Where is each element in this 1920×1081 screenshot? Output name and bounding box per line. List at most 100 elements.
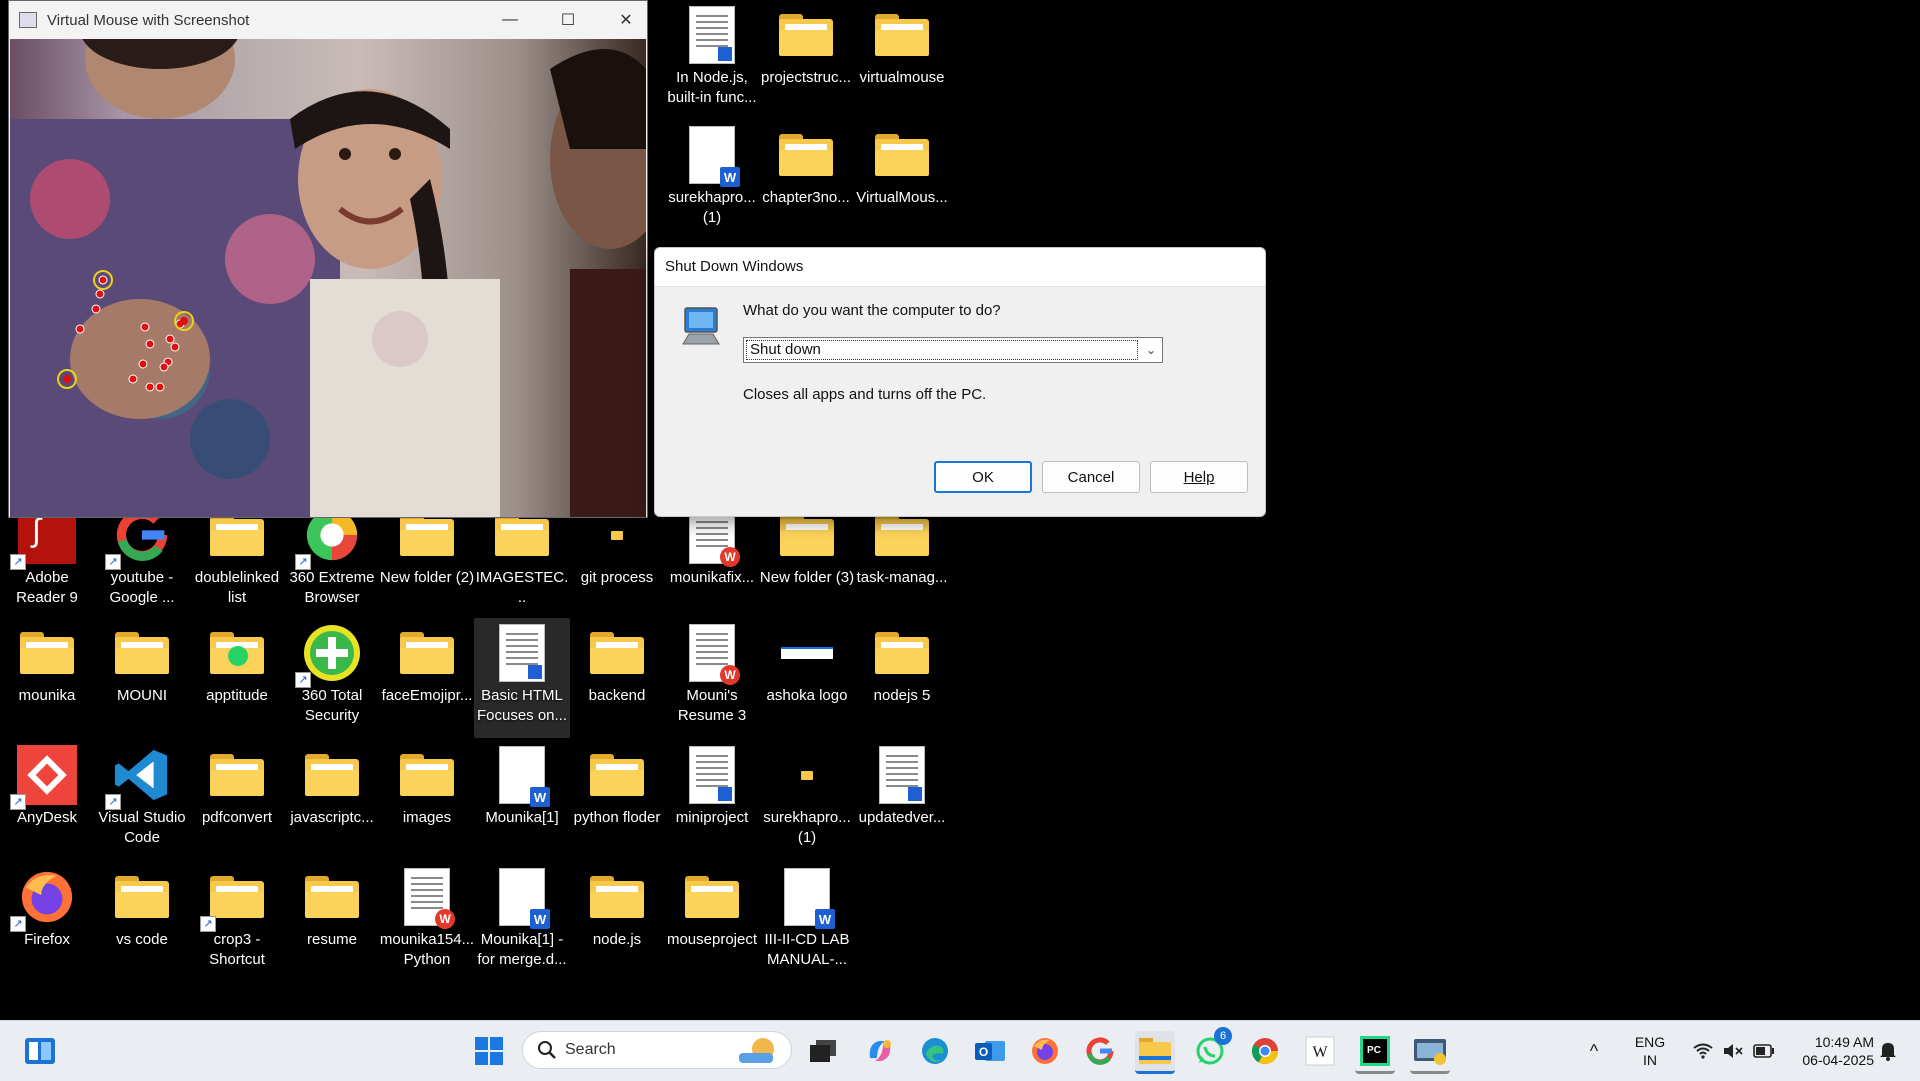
- quick-settings-button[interactable]: [1684, 1031, 1784, 1071]
- desktop-icon[interactable]: ↗ crop3 - Shortcut: [189, 862, 285, 982]
- desktop-icon[interactable]: ↗ Visual Studio Code: [94, 740, 190, 860]
- chrome-button[interactable]: [1245, 1031, 1285, 1071]
- desktop-icon[interactable]: Wsurekhapro... (1): [664, 120, 760, 240]
- file-explorer-button[interactable]: [1135, 1031, 1175, 1074]
- copilot-icon: [869, 1040, 891, 1061]
- desktop-icon[interactable]: mouseproject: [664, 862, 760, 982]
- shutdown-option-select[interactable]: Shut down ⌄: [743, 337, 1163, 363]
- desktop-icon[interactable]: ↗ 360 Extreme Browser: [284, 500, 380, 620]
- desktop-icon[interactable]: ↗ Firefox: [0, 862, 95, 982]
- desktop-icon[interactable]: faceEmojipr...: [379, 618, 475, 738]
- desktop-icon[interactable]: MOUNI: [94, 618, 190, 738]
- folder-icon: [210, 876, 264, 918]
- edge-button[interactable]: [915, 1031, 955, 1071]
- anydesk-icon: [17, 745, 77, 805]
- desktop-icon[interactable]: ashoka logo: [759, 618, 855, 738]
- desktop-icon-label: MOUNI: [117, 687, 167, 704]
- close-button[interactable]: ✕: [603, 1, 649, 39]
- desktop-icon[interactable]: backend: [569, 618, 665, 738]
- desktop-icon[interactable]: ↗ 360 Total Security: [284, 618, 380, 738]
- desktop-icon[interactable]: node.js: [569, 862, 665, 982]
- clock-date: 06-04-2025: [1802, 1052, 1874, 1068]
- desktop-icon[interactable]: IMAGESTEC...: [474, 500, 570, 620]
- desktop-icon[interactable]: miniproject: [664, 740, 760, 860]
- maximize-button[interactable]: ☐: [545, 1, 591, 39]
- minimize-button[interactable]: —: [487, 1, 533, 39]
- desktop-icon[interactable]: mounika: [0, 618, 95, 738]
- virtual-mouse-window[interactable]: Virtual Mouse with Screenshot — ☐ ✕: [8, 0, 648, 518]
- desktop-icon-label: mounikafix...: [669, 569, 755, 586]
- desktop-icon[interactable]: resume: [284, 862, 380, 982]
- cancel-button[interactable]: Cancel: [1042, 461, 1140, 493]
- maximize-icon: ☐: [560, 12, 576, 29]
- ok-button[interactable]: OK: [934, 461, 1032, 493]
- folder-icon: [400, 754, 454, 796]
- copilot-button[interactable]: [860, 1031, 900, 1071]
- desktop-icon[interactable]: ∫ ↗ Adobe Reader 9: [0, 500, 95, 620]
- svg-text:O: O: [979, 1045, 988, 1059]
- desktop-icon[interactable]: Wmounika154... Python: [379, 862, 475, 982]
- widgets-icon: [25, 1038, 55, 1064]
- desktop-icon[interactable]: W Mounika[1] - for merge.d...: [474, 862, 570, 982]
- document-icon: [499, 624, 545, 682]
- desktop-icon[interactable]: projectstruc...: [758, 0, 854, 120]
- desktop-icon-label: Visual Studio Code: [98, 809, 186, 846]
- desktop-icon[interactable]: images: [379, 740, 475, 860]
- desktop-icon[interactable]: W Mouni's Resume 3: [664, 618, 760, 738]
- desktop-icon-label: 360 Extreme Browser: [289, 569, 375, 606]
- desktop-icon[interactable]: git process: [569, 500, 665, 620]
- taskbar-search[interactable]: Search: [522, 1031, 792, 1069]
- chrome-icon: [1251, 1038, 1279, 1065]
- language-indicator[interactable]: ENG IN: [1630, 1033, 1670, 1069]
- desktop-icon[interactable]: ↗ youtube - Google ...: [94, 500, 190, 620]
- whatsapp-button[interactable]: 6: [1190, 1027, 1232, 1071]
- desktop-icon-label: node.js: [592, 931, 642, 948]
- show-hidden-icons-button[interactable]: ^: [1582, 1031, 1606, 1071]
- desktop-icon[interactable]: VirtualMous...: [854, 120, 950, 240]
- desktop-icon-label: 360 Total Security: [301, 687, 363, 724]
- firefox-taskbar-button[interactable]: [1025, 1031, 1065, 1071]
- svg-text:PC: PC: [1367, 1045, 1381, 1056]
- desktop-icon[interactable]: nodejs 5: [854, 618, 950, 738]
- widgets-button[interactable]: [20, 1031, 60, 1071]
- webcam-feed: [10, 39, 646, 517]
- outlook-icon: O: [975, 1041, 1005, 1061]
- help-button[interactable]: Help: [1150, 461, 1248, 493]
- python-app-button[interactable]: [1410, 1031, 1450, 1074]
- desktop-icon[interactable]: vs code: [94, 862, 190, 982]
- desktop-icon[interactable]: Basic HTML Focuses on...: [474, 618, 570, 738]
- desktop-icon[interactable]: pdfconvert: [189, 740, 285, 860]
- desktop-icon-label: ashoka logo: [766, 687, 848, 704]
- google-button[interactable]: [1080, 1031, 1120, 1071]
- desktop-icon[interactable]: updatedver...: [854, 740, 950, 860]
- desktop-icon[interactable]: virtualmouse: [854, 0, 950, 120]
- outlook-button[interactable]: O: [970, 1031, 1010, 1071]
- folder-icon: [875, 632, 929, 674]
- notification-center-button[interactable]: [1876, 1031, 1900, 1071]
- clock[interactable]: 10:49 AM 06-04-2025: [1784, 1033, 1874, 1069]
- desktop-icon[interactable]: task-manag...: [854, 500, 950, 620]
- desktop-icon[interactable]: W III-II-CD LAB MANUAL-...: [759, 862, 855, 982]
- desktop-icon[interactable]: ↗ AnyDesk: [0, 740, 95, 860]
- desktop-icon[interactable]: New folder (2): [379, 500, 475, 620]
- desktop-icon[interactable]: chapter3no...: [758, 120, 854, 240]
- window-titlebar[interactable]: Virtual Mouse with Screenshot — ☐ ✕: [9, 1, 647, 39]
- chevron-down-icon[interactable]: ⌄: [1140, 343, 1162, 357]
- desktop-icon[interactable]: surekhapro... (1): [759, 740, 855, 860]
- shutdown-dialog[interactable]: Shut Down Windows What do you want the c…: [654, 247, 1266, 517]
- desktop-icon[interactable]: javascriptc...: [284, 740, 380, 860]
- task-view-button[interactable]: [803, 1031, 843, 1071]
- start-button[interactable]: [469, 1031, 509, 1071]
- desktop-icon[interactable]: Wmounikafix...: [664, 500, 760, 620]
- desktop-icon[interactable]: python floder: [569, 740, 665, 860]
- wikipedia-button[interactable]: W: [1300, 1031, 1340, 1071]
- desktop-icon-label: surekhapro... (1): [668, 189, 756, 226]
- pycharm-button[interactable]: PC: [1355, 1031, 1395, 1074]
- desktop-icon[interactable]: In Node.js, built-in func...: [664, 0, 760, 120]
- desktop-icon[interactable]: W Mounika[1]: [474, 740, 570, 860]
- desktop-icon[interactable]: New folder (3): [759, 500, 855, 620]
- desktop-icon[interactable]: apptitude: [189, 618, 285, 738]
- desktop-icon[interactable]: doublelinked list: [189, 500, 285, 620]
- folder-icon: [875, 514, 929, 556]
- wps-document-icon: W: [404, 868, 455, 929]
